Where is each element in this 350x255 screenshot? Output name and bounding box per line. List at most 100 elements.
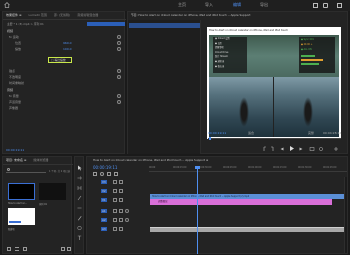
mark-in-icon[interactable] <box>262 146 268 152</box>
mic-icon[interactable] <box>125 209 129 213</box>
tab-media-browser[interactable]: 媒体浏览器 <box>30 157 51 164</box>
mute-icon[interactable] <box>113 218 117 222</box>
program-quality-select[interactable]: 完整 <box>308 131 314 135</box>
toggle-output-icon[interactable] <box>113 180 117 184</box>
lock-track-icon[interactable] <box>119 189 123 193</box>
mark-out-icon[interactable] <box>269 146 275 152</box>
track-header-v2[interactable]: V2 <box>91 188 147 195</box>
linked-selection-icon[interactable] <box>100 172 104 176</box>
track-header-v1[interactable]: V1 <box>91 197 147 204</box>
lock-track-icon[interactable] <box>119 180 123 184</box>
clip-audio-a1[interactable] <box>150 227 347 232</box>
reset-icon[interactable] <box>117 100 121 104</box>
wrench-icon[interactable] <box>114 172 118 176</box>
settings-icon[interactable] <box>318 146 324 152</box>
home-icon[interactable] <box>4 2 10 8</box>
effect-row-panner[interactable]: 声像器 <box>9 105 18 111</box>
razor-tool-icon[interactable] <box>77 195 82 201</box>
tab-audio-mixer[interactable]: 音频剪辑混合器 <box>74 12 101 19</box>
track-label: A1 <box>101 209 107 213</box>
list-view-icon[interactable] <box>15 247 19 251</box>
toggle-output-icon[interactable] <box>113 198 117 202</box>
clip-label: 调整图层 <box>158 200 168 203</box>
toggle-output-icon[interactable] <box>113 189 117 193</box>
tab-project[interactable]: 项目: 未命名 ≡ <box>3 157 29 164</box>
selection-tool-icon[interactable] <box>77 165 82 171</box>
project-panel: 项目: 未命名 ≡ 媒体浏览器 1 个项, 共 2 项已选 How to Ale… <box>2 156 73 254</box>
menubar-item-home[interactable]: 主页 <box>178 2 186 8</box>
add-button-icon[interactable] <box>333 146 339 152</box>
share-icon[interactable] <box>323 3 328 8</box>
program-playhead[interactable] <box>209 137 211 140</box>
track-header-a3[interactable]: A3 <box>91 226 147 233</box>
project-thumb-video[interactable] <box>8 183 35 200</box>
slip-tool-icon[interactable] <box>77 205 82 211</box>
step-back-icon[interactable] <box>279 146 285 152</box>
ripple-edit-icon[interactable] <box>77 185 82 191</box>
ruler-label: 00:00:30:00 <box>198 166 212 169</box>
project-thumb-new[interactable] <box>8 208 35 225</box>
menubar-item-export[interactable]: 导出 <box>260 2 268 8</box>
track-header-v3[interactable]: V3 <box>91 179 147 186</box>
mic-icon[interactable] <box>125 218 129 222</box>
snap-icon[interactable] <box>93 172 97 176</box>
hand-tool-icon[interactable] <box>77 225 82 231</box>
tab-effect-controls[interactable]: 效果控件 ≡ <box>3 12 24 19</box>
position-value[interactable]: 960.0 <box>63 41 72 45</box>
effect-row-label: 声道音量 <box>9 100 22 104</box>
program-timecode[interactable]: 00:00:19:11 <box>208 131 226 135</box>
effect-row-time-remap[interactable]: 时间重映射 <box>9 80 24 86</box>
reset-icon[interactable] <box>117 94 121 98</box>
timeline-playhead-head[interactable] <box>195 166 200 169</box>
add-marker-icon[interactable] <box>107 172 111 176</box>
clip-adjustment-layer[interactable]: 调整图层 <box>150 199 332 205</box>
reset-icon[interactable] <box>117 75 121 79</box>
project-search-input[interactable] <box>6 169 46 173</box>
source-list-selected[interactable] <box>129 23 200 28</box>
program-scrub-bar[interactable] <box>208 138 341 139</box>
new-item-icon[interactable] <box>61 247 65 251</box>
project-thumb-sequence[interactable] <box>39 183 66 200</box>
timeline-timecode[interactable]: 00:00:19:11 <box>93 165 117 170</box>
solo-icon[interactable] <box>119 218 123 222</box>
tab-source[interactable]: 源: (无剪辑) <box>51 12 73 19</box>
clip-label: How to Alert on iCloud calendar on iPhon… <box>152 195 250 198</box>
timeline-playhead[interactable] <box>197 166 198 254</box>
tab-lumetri-scopes[interactable]: Lumetri 范围 <box>25 12 50 19</box>
step-forward-icon[interactable] <box>298 146 304 152</box>
lock-icon[interactable] <box>7 247 11 251</box>
pen-tool-icon[interactable] <box>77 215 82 221</box>
program-fit-select[interactable]: 适合 <box>248 131 254 135</box>
effect-clip-bar[interactable] <box>87 22 125 26</box>
trash-icon[interactable] <box>67 247 71 251</box>
effect-row-scale[interactable]: 缩放 <box>15 46 21 52</box>
export-frame-icon[interactable] <box>309 146 315 152</box>
lock-track-icon[interactable] <box>119 198 123 202</box>
track-header-a2[interactable]: A2 <box>91 217 147 224</box>
scale-value[interactable]: 100.0 <box>63 47 72 51</box>
icon-view-icon[interactable] <box>23 247 27 251</box>
mute-icon[interactable] <box>113 209 117 213</box>
solo-icon[interactable] <box>119 227 123 231</box>
reset-icon[interactable] <box>117 41 121 45</box>
timeline-ruler[interactable]: 00:00 00:00:15:00 00:00:30:00 00:00:45:0… <box>149 166 347 172</box>
type-tool-icon[interactable] <box>77 235 82 241</box>
effect-row-label: 时间重映射 <box>9 81 25 85</box>
track-select-icon[interactable] <box>77 175 82 181</box>
reset-icon[interactable] <box>117 35 121 39</box>
reset-icon[interactable] <box>117 47 121 51</box>
track-header-a1[interactable]: A1 <box>91 208 147 215</box>
solo-icon[interactable] <box>119 209 123 213</box>
video-frame-title: How to Alert on iCloud calendar on iPhon… <box>209 29 289 32</box>
reset-icon[interactable] <box>117 69 121 73</box>
program-monitor-title[interactable]: 节目: How to Alert on iCloud calendar on i… <box>131 13 331 17</box>
timeline-title[interactable]: How to Alert on iCloud calendar on iPhon… <box>93 158 323 162</box>
effect-row-label: 位置 <box>15 41 22 45</box>
menubar-item-import[interactable]: 导入 <box>205 2 213 8</box>
fullscreen-icon[interactable] <box>337 3 342 8</box>
workspace-icon[interactable] <box>313 3 318 8</box>
mute-icon[interactable] <box>113 227 117 231</box>
uniform-scale-checkbox[interactable]: □ 等比缩放 <box>51 58 66 62</box>
play-icon[interactable] <box>288 145 294 151</box>
menubar-item-edit[interactable]: 编辑 <box>233 2 241 8</box>
